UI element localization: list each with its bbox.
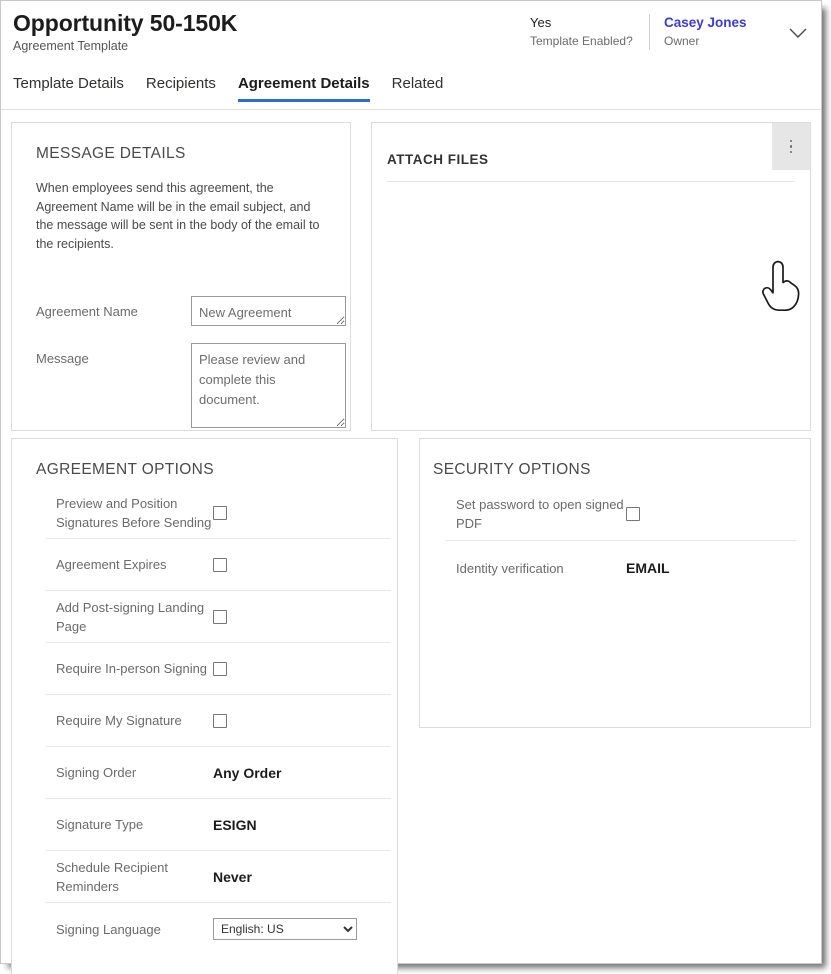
option-label: Signing Language bbox=[56, 921, 161, 937]
kebab-dot bbox=[789, 139, 793, 143]
option-row-set-password-signed-pdf: Set password to open signed PDF bbox=[446, 487, 796, 541]
option-label: Require My Signature bbox=[56, 713, 182, 728]
option-label: Identity verification bbox=[456, 560, 564, 576]
page-title: Opportunity 50-150K bbox=[13, 10, 238, 36]
require-in-person-signing-checkbox[interactable] bbox=[213, 661, 227, 676]
option-row-signing-language: Signing Language English: US bbox=[46, 903, 391, 955]
option-label: Add Post-signing Landing Page bbox=[56, 599, 205, 634]
option-row-schedule-recipient-reminders: Schedule Recipient Reminders Never bbox=[46, 851, 391, 903]
more-options-icon[interactable] bbox=[772, 123, 810, 170]
app-page: Opportunity 50-150K Agreement Template Y… bbox=[0, 0, 831, 974]
header-fact-template-enabled: Yes Template Enabled? bbox=[530, 14, 649, 50]
tab-bar: Template Details Recipients Agreement De… bbox=[1, 69, 821, 110]
template-enabled-value: Yes bbox=[530, 15, 552, 30]
option-row-agreement-expires: Agreement Expires bbox=[46, 539, 391, 591]
agreement-name-row: Agreement Name New Agreement bbox=[36, 296, 346, 326]
record-header: Opportunity 50-150K Agreement Template Y… bbox=[1, 1, 821, 67]
option-row-identity-verification: Identity verification EMAIL bbox=[446, 541, 796, 595]
option-row-require-in-person-signing: Require In-person Signing bbox=[46, 643, 391, 695]
record-window: Opportunity 50-150K Agreement Template Y… bbox=[0, 0, 822, 974]
template-enabled-label: Template Enabled? bbox=[530, 34, 633, 48]
tab-recipients[interactable]: Recipients bbox=[135, 69, 227, 107]
header-fact-owner: Casey Jones Owner bbox=[649, 14, 783, 50]
attach-files-card: ATTACH FILES New Docume bbox=[371, 122, 811, 431]
message-details-title: MESSAGE DETAILS bbox=[36, 145, 186, 162]
kebab-dot bbox=[789, 150, 793, 154]
option-row-preview-position-signatures: Preview and Position Signatures Before S… bbox=[46, 487, 391, 539]
tab-related[interactable]: Related bbox=[381, 69, 455, 107]
message-row: Message Please review and complete this … bbox=[36, 343, 346, 428]
option-row-signature-type: Signature Type ESIGN bbox=[46, 799, 391, 851]
option-label: Signing Order bbox=[56, 765, 137, 780]
option-label: Require In-person Signing bbox=[56, 661, 208, 676]
header-fact-strip: Yes Template Enabled? Casey Jones Owner bbox=[530, 14, 811, 50]
option-label: Set password to open signed PDF bbox=[456, 496, 624, 531]
attach-files-title: ATTACH FILES bbox=[387, 152, 489, 167]
tab-template-details[interactable]: Template Details bbox=[13, 69, 135, 107]
owner-link[interactable]: Casey Jones bbox=[664, 14, 769, 31]
form-body: MESSAGE DETAILS When employees send this… bbox=[1, 111, 821, 974]
preview-position-signatures-checkbox[interactable] bbox=[213, 505, 227, 520]
message-details-card: MESSAGE DETAILS When employees send this… bbox=[11, 122, 351, 431]
message-details-description: When employees send this agreement, the … bbox=[36, 181, 320, 251]
agreement-expires-checkbox[interactable] bbox=[213, 557, 227, 572]
agreement-options-card: AGREEMENT OPTIONS Preview and Position S… bbox=[11, 438, 398, 974]
require-my-signature-checkbox[interactable] bbox=[213, 713, 227, 728]
option-label: Schedule Recipient Reminders bbox=[56, 859, 169, 894]
signature-type-value[interactable]: ESIGN bbox=[213, 817, 257, 833]
signing-order-value[interactable]: Any Order bbox=[213, 765, 281, 781]
agreement-name-label: Agreement Name bbox=[36, 304, 138, 319]
chevron-down-icon[interactable] bbox=[785, 20, 811, 46]
agreement-options-title: AGREEMENT OPTIONS bbox=[36, 461, 214, 478]
message-input[interactable]: Please review and complete this document… bbox=[191, 343, 346, 428]
attach-files-divider bbox=[387, 181, 795, 182]
agreement-options-list: Preview and Position Signatures Before S… bbox=[46, 487, 391, 955]
schedule-recipient-reminders-value[interactable]: Never bbox=[213, 869, 252, 885]
message-label: Message bbox=[36, 351, 89, 366]
record-title-block: Opportunity 50-150K Agreement Template bbox=[13, 9, 237, 55]
tab-agreement-details[interactable]: Agreement Details bbox=[227, 69, 381, 107]
option-label: Preview and Position Signatures Before S… bbox=[56, 495, 212, 530]
add-post-signing-landing-page-checkbox[interactable] bbox=[213, 609, 227, 624]
identity-verification-value[interactable]: EMAIL bbox=[626, 560, 670, 576]
set-password-signed-pdf-checkbox[interactable] bbox=[626, 506, 640, 521]
option-row-add-post-signing-landing-page: Add Post-signing Landing Page bbox=[46, 591, 391, 643]
option-label: Signature Type bbox=[56, 817, 144, 832]
signing-language-select[interactable]: English: US bbox=[213, 918, 357, 940]
security-options-list: Set password to open signed PDF Identity… bbox=[446, 487, 796, 595]
option-row-require-my-signature: Require My Signature bbox=[46, 695, 391, 747]
option-row-signing-order: Signing Order Any Order bbox=[46, 747, 391, 799]
page-subtitle: Agreement Template bbox=[13, 39, 129, 53]
agreement-name-input[interactable]: New Agreement bbox=[191, 296, 346, 326]
security-options-title: SECURITY OPTIONS bbox=[433, 461, 591, 478]
security-options-card: SECURITY OPTIONS Set password to open si… bbox=[419, 438, 811, 728]
kebab-dot bbox=[789, 145, 793, 148]
owner-label: Owner bbox=[664, 34, 700, 48]
option-label: Agreement Expires bbox=[56, 557, 167, 572]
